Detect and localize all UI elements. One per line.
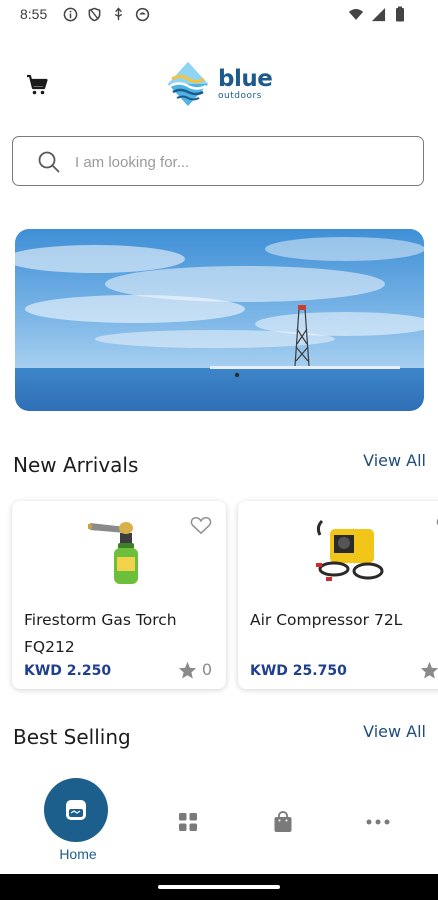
status-bar: 8:55 (0, 0, 438, 30)
best-selling-title: Best Selling (13, 725, 131, 749)
cart-icon (27, 74, 48, 95)
product-name: Air Compressor 72L (250, 611, 403, 629)
shopping-bag-icon (274, 811, 292, 832)
cart-button[interactable] (22, 70, 52, 100)
info-icon (62, 6, 78, 22)
star-icon (178, 661, 196, 678)
product-name: Firestorm Gas Torch FQ212 (24, 611, 177, 656)
product-image (88, 522, 138, 584)
banner-image (15, 229, 424, 411)
battery-icon (392, 6, 408, 22)
logo-sub-text: outdoors (218, 91, 262, 101)
best-selling-view-all-link[interactable]: View All (363, 722, 426, 741)
logo-mark-icon (168, 62, 208, 106)
product-rating: 0 (420, 660, 438, 679)
home-icon (66, 800, 86, 820)
nav-home-button[interactable] (44, 778, 108, 842)
search-icon (38, 151, 60, 173)
search-input[interactable] (73, 147, 407, 177)
usb-icon (110, 6, 126, 22)
wifi-icon (348, 6, 364, 22)
status-notification-icons (62, 6, 150, 22)
star-icon (420, 661, 438, 678)
new-arrivals-title: New Arrivals (13, 453, 139, 477)
nav-more-button[interactable] (366, 810, 390, 834)
grid-icon (179, 813, 197, 831)
rating-count: 0 (201, 660, 212, 679)
nav-shop-button[interactable] (271, 810, 295, 834)
brand-logo: blue outdoors (164, 60, 279, 110)
app-notification-icon (134, 6, 150, 22)
product-image (316, 519, 384, 581)
product-price: KWD 2.250 (24, 663, 112, 679)
gesture-handle[interactable] (158, 885, 280, 889)
product-card[interactable]: Firestorm Gas Torch FQ212 KWD 2.250 0 (12, 501, 226, 689)
more-dots-icon (366, 819, 390, 825)
favorite-button[interactable] (190, 515, 212, 539)
product-card[interactable]: Air Compressor 72L KWD 25.750 0 (238, 501, 438, 689)
nav-home-label[interactable]: Home (44, 846, 112, 862)
product-price: KWD 25.750 (250, 663, 347, 679)
bottom-navigation: Home (0, 770, 438, 874)
heart-icon (190, 516, 212, 535)
shield-icon (86, 6, 102, 22)
cellular-signal-icon (370, 6, 386, 22)
new-arrivals-view-all-link[interactable]: View All (363, 451, 426, 470)
nav-categories-button[interactable] (176, 810, 200, 834)
system-gesture-bar (0, 874, 438, 900)
status-time: 8:55 (20, 6, 48, 22)
promo-banner[interactable] (15, 229, 424, 411)
search-bar[interactable] (12, 136, 424, 186)
product-rating: 0 (178, 660, 212, 679)
status-system-icons (348, 6, 408, 22)
logo-brand-text: blue (218, 66, 273, 92)
